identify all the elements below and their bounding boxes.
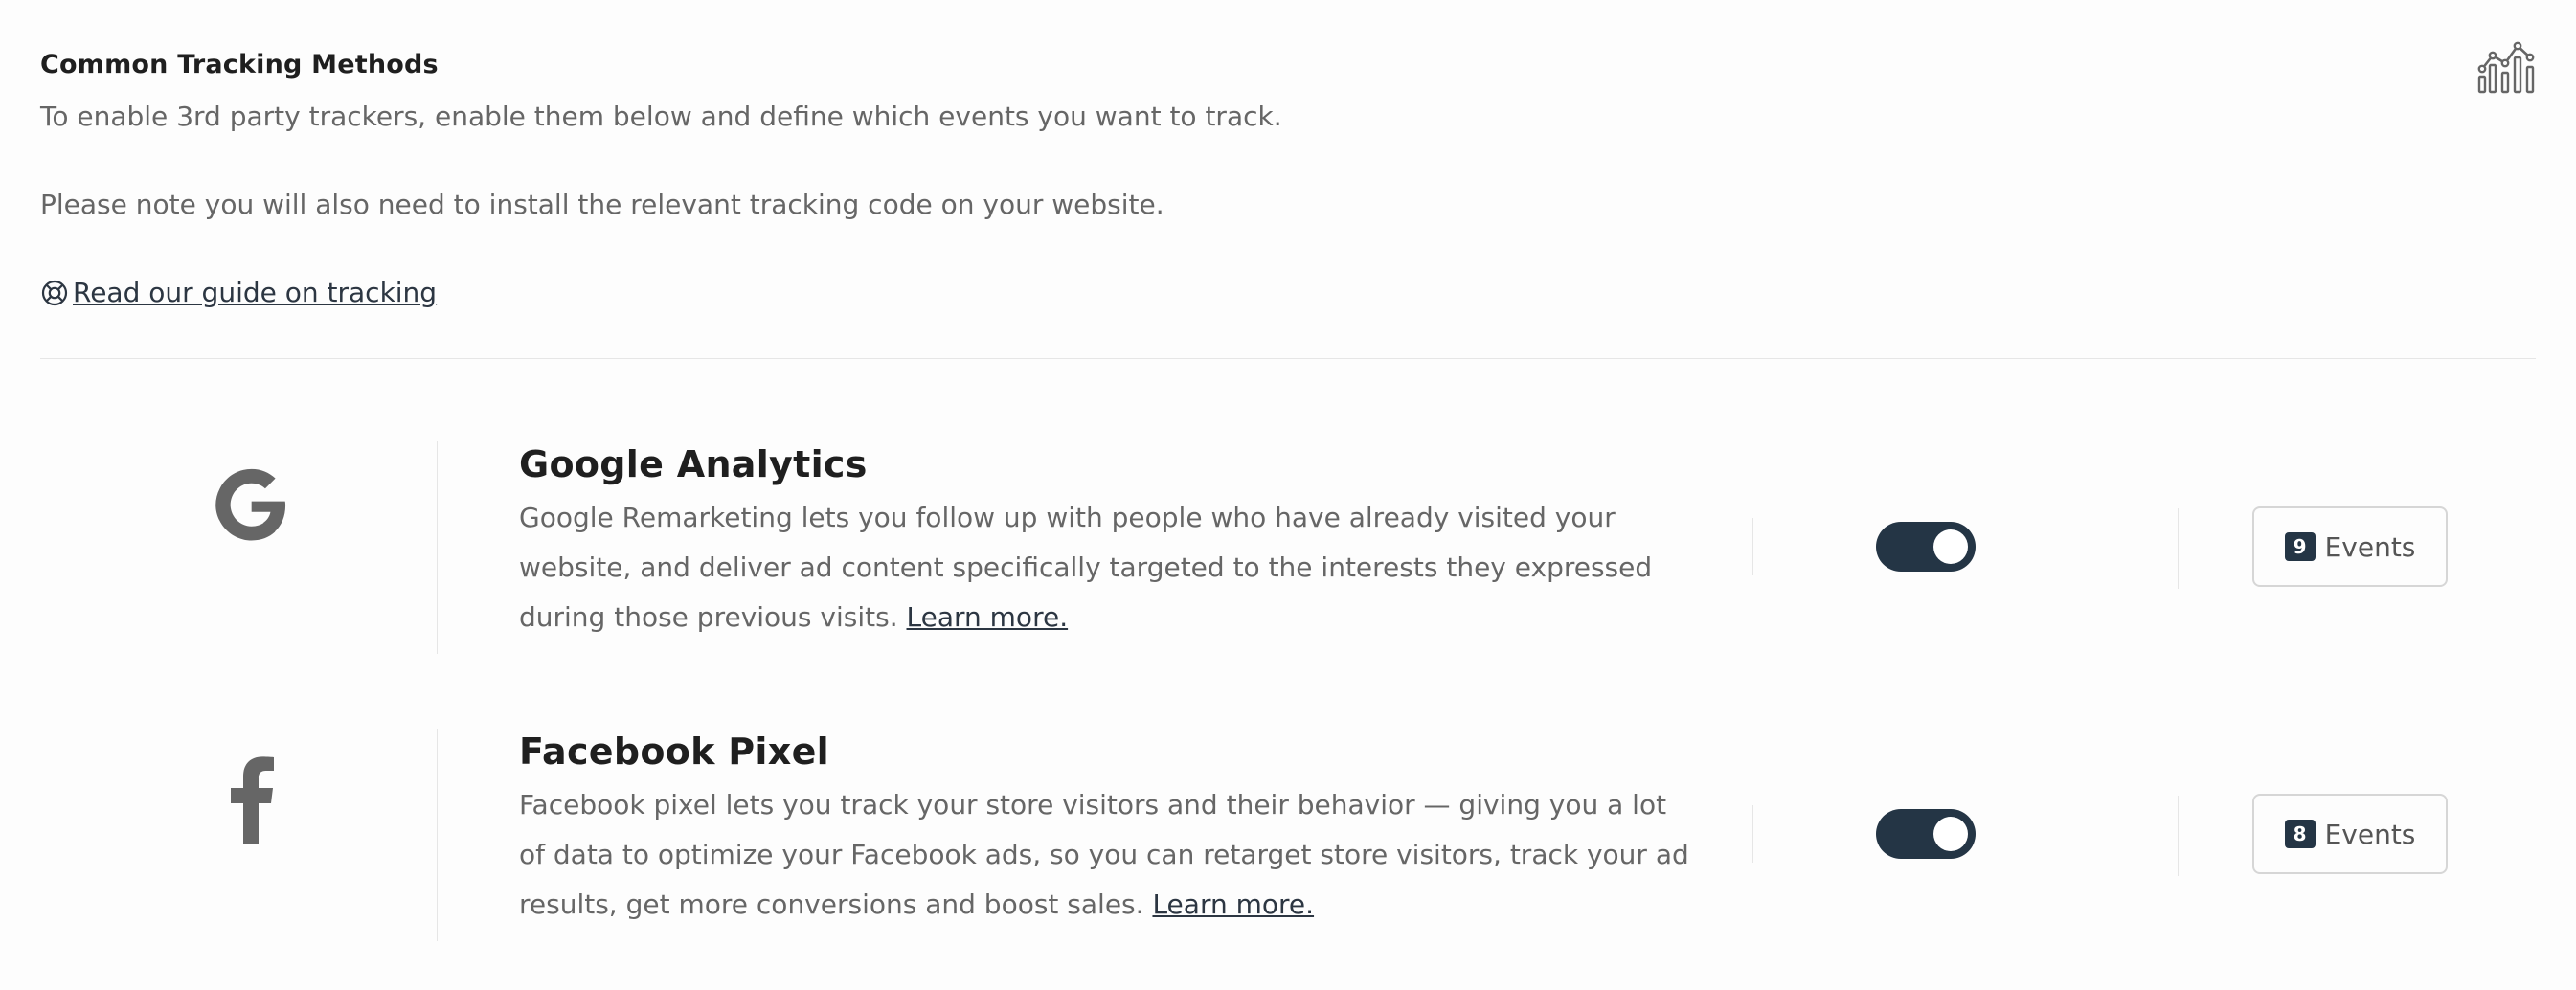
tracker-description-text: Google Remarketing lets you follow up wi… — [519, 502, 1653, 633]
install-note: Please note you will also need to instal… — [40, 189, 1164, 220]
tracking-header: Common Tracking Methods To enable 3rd pa… — [40, 0, 2536, 312]
tracking-guide-link[interactable]: Read our guide on tracking — [40, 274, 437, 312]
events-count-badge: 8 — [2284, 820, 2316, 848]
tracking-settings-page: Common Tracking Methods To enable 3rd pa… — [0, 0, 2576, 990]
tracker-details: Facebook Pixel Facebook pixel lets you t… — [519, 729, 1697, 930]
tracker-description-text: Facebook pixel lets you track your store… — [519, 789, 1689, 920]
tracker-details: Google Analytics Google Remarketing lets… — [519, 441, 1697, 642]
row-divider-left — [437, 729, 438, 941]
facebook-icon — [184, 731, 318, 865]
row-divider-left — [437, 441, 438, 654]
row-divider-mid — [1752, 518, 1753, 575]
tracking-guide-label: Read our guide on tracking — [73, 277, 438, 308]
google-analytics-events-button[interactable]: 9 Events — [2252, 506, 2448, 587]
section-description: To enable 3rd party trackers, enable the… — [40, 101, 1282, 132]
analytics-chart-icon[interactable] — [2476, 36, 2536, 94]
tracker-name: Google Analytics — [519, 443, 868, 485]
row-divider-right — [2178, 796, 2179, 876]
google-analytics-toggle[interactable] — [1876, 522, 1976, 572]
toggle-knob — [1933, 817, 1968, 851]
facebook-pixel-toggle[interactable] — [1876, 809, 1976, 859]
row-divider-right — [2178, 508, 2179, 589]
tracker-row-google-analytics: Google Analytics Google Remarketing lets… — [40, 359, 2536, 654]
toggle-knob — [1933, 529, 1968, 564]
section-title: Common Tracking Methods — [40, 50, 439, 79]
events-label: Events — [2324, 818, 2416, 850]
tracker-description: Facebook pixel lets you track your store… — [519, 780, 1697, 930]
facebook-pixel-events-button[interactable]: 8 Events — [2252, 794, 2448, 874]
learn-more-link[interactable]: Learn more. — [907, 601, 1069, 633]
lifebuoy-icon — [41, 280, 68, 306]
google-icon — [184, 438, 318, 572]
row-divider-mid — [1752, 805, 1753, 863]
tracker-description: Google Remarketing lets you follow up wi… — [519, 493, 1697, 642]
events-count-badge: 9 — [2284, 532, 2316, 561]
events-label: Events — [2324, 530, 2416, 563]
tracker-row-facebook-pixel: Facebook Pixel Facebook pixel lets you t… — [40, 652, 2536, 945]
tracker-name: Facebook Pixel — [519, 731, 829, 773]
learn-more-link[interactable]: Learn more. — [1152, 889, 1314, 920]
